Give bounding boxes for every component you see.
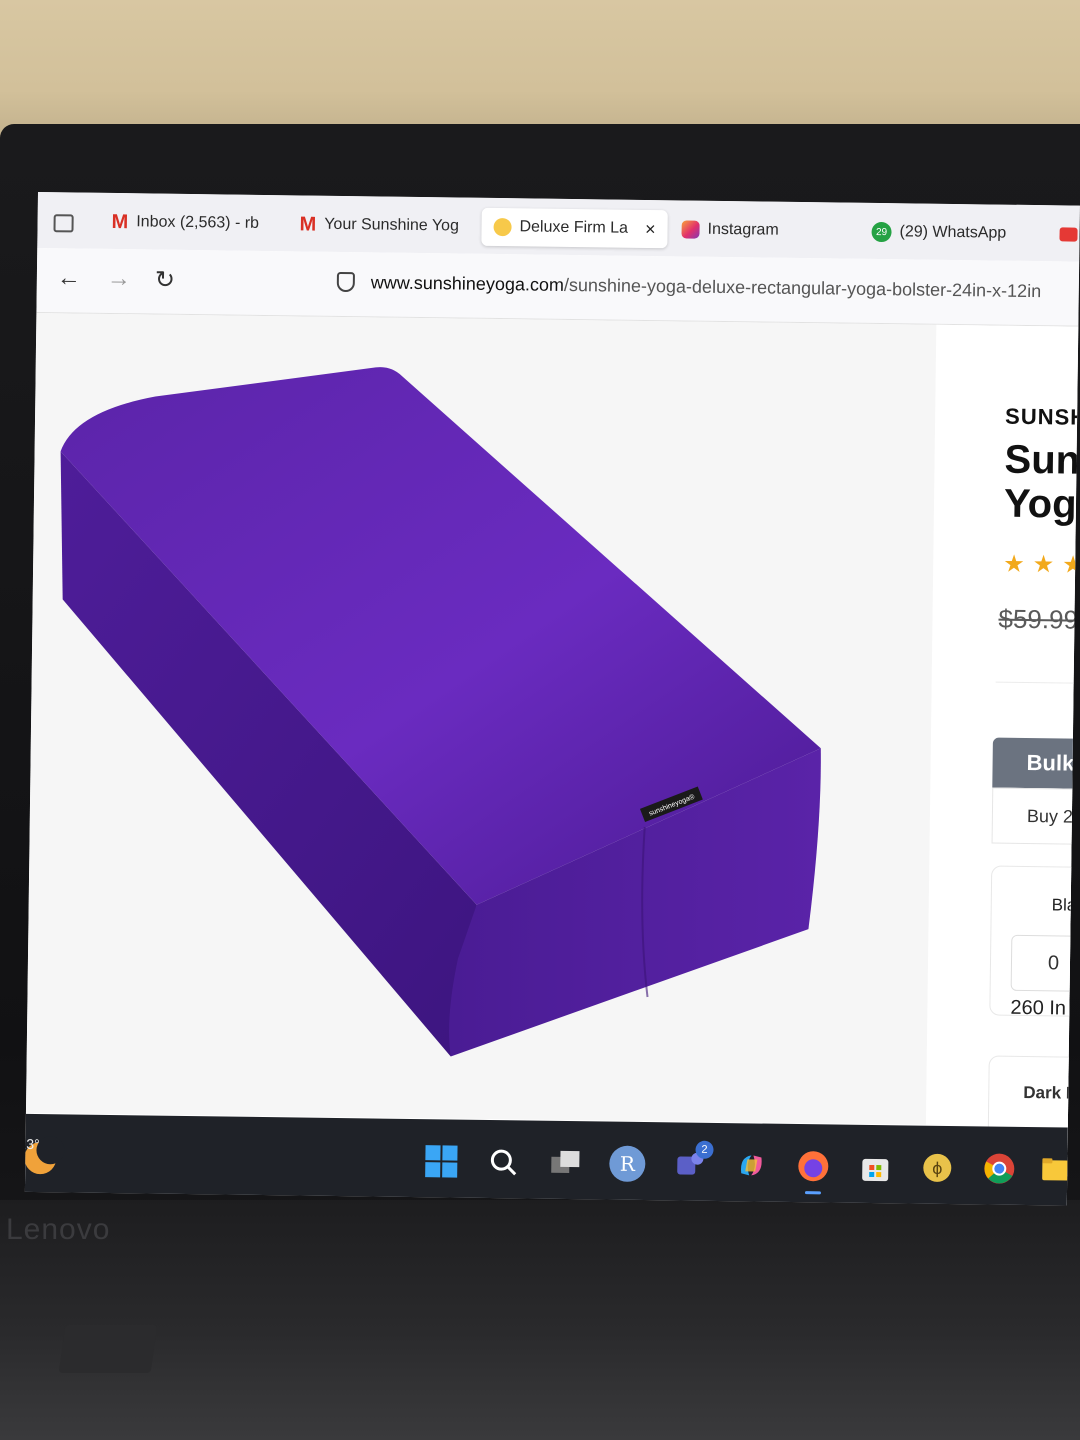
youtube-icon [1059, 227, 1078, 242]
product-title-line1: Suns [1004, 437, 1080, 483]
start-button[interactable] [423, 1143, 459, 1179]
laptop-bezel-bottom [0, 1200, 1080, 1440]
whatsapp-icon: 29 [871, 221, 892, 243]
weather-widget[interactable]: 23° [24, 1126, 68, 1181]
search-button[interactable] [485, 1144, 521, 1180]
chrome-icon [984, 1153, 1015, 1184]
product-info-panel: SUNSH Suns Yoga ★★★ $59.99 Bulk Buy 2 Bl… [925, 324, 1080, 1178]
tab-list-icon[interactable] [53, 214, 74, 233]
windows-taskbar: 23° R 2 ɸ [24, 1113, 1069, 1206]
tab-sunshine-email[interactable]: M Your Sunshine Yog [299, 205, 467, 245]
address-bar[interactable]: www.sunshineyoga.com/sunshine-yoga-delux… [371, 272, 1042, 302]
bulk-pricing-header: Bulk [992, 737, 1080, 790]
rating-stars[interactable]: ★★★ [1003, 550, 1080, 580]
laptop-brand-label: Lenovo [6, 1213, 111, 1246]
page-content: sunshineyoga® SUNSH Suns Yoga ★★★ $59.99… [25, 312, 1080, 1178]
task-view-button[interactable] [547, 1145, 583, 1181]
product-price: $59.99 [998, 603, 1079, 635]
teams-app[interactable]: 2 [671, 1140, 714, 1182]
gmail-icon: M [111, 210, 129, 233]
task-view-icon [551, 1150, 580, 1174]
store-app[interactable] [857, 1149, 893, 1185]
coin-icon: ɸ [923, 1153, 952, 1182]
tab-deluxe-firm[interactable]: Deluxe Firm La × [481, 207, 668, 249]
forward-button[interactable]: → [107, 265, 131, 293]
tab-instagram[interactable]: Instagram [681, 210, 821, 250]
product-title-line2: Yoga [1003, 481, 1080, 527]
divider [995, 681, 1080, 684]
screen: M Inbox (2,563) - rb M Your Sunshine Yog… [24, 192, 1080, 1206]
folder-icon [1042, 1158, 1069, 1181]
shield-icon[interactable] [336, 271, 355, 293]
notification-badge: 2 [695, 1140, 714, 1159]
quantity-input[interactable]: 0 [1010, 934, 1080, 992]
tab-label: Your Sunshine Yog [324, 215, 460, 235]
active-app-indicator [804, 1191, 821, 1195]
product-title: Suns Yoga [1004, 438, 1080, 527]
profile-avatar[interactable]: R [609, 1145, 646, 1183]
store-icon [862, 1158, 889, 1182]
search-icon [490, 1149, 517, 1176]
weather-temperature: 23° [24, 1135, 40, 1153]
url-path: /sunshine-yoga-deluxe-rectangular-yoga-b… [563, 274, 1042, 302]
chrome-app[interactable] [981, 1150, 1017, 1186]
firefox-app[interactable] [795, 1148, 831, 1195]
copilot-icon [740, 1155, 762, 1176]
laptop-hinge [58, 1325, 158, 1373]
windows-logo-icon [425, 1145, 458, 1178]
variant-card-black: Bla 0 260 In [989, 865, 1080, 1020]
svg-text:ɸ: ɸ [932, 1159, 943, 1178]
tab-inbox[interactable]: M Inbox (2,563) - rb [111, 203, 271, 243]
tab-label: Deluxe Firm La [519, 218, 629, 237]
back-button[interactable]: ← [57, 264, 81, 292]
tab-label: Inbox (2,563) - rb [136, 213, 260, 232]
copilot-app[interactable] [733, 1147, 769, 1183]
firefox-icon [798, 1151, 829, 1182]
product-image[interactable]: sunshineyoga® [26, 313, 936, 1125]
bulk-pricing-row: Buy 2 [991, 787, 1080, 846]
tab-label: Instagram [707, 220, 779, 239]
instagram-icon [681, 220, 700, 239]
tab-label: (29) WhatsApp [899, 223, 1007, 242]
tab-whatsapp[interactable]: 29 (29) WhatsApp [871, 213, 1031, 253]
tab-youtube[interactable] [1059, 215, 1080, 253]
product-brand: SUNSH [1004, 403, 1080, 430]
reload-button[interactable]: ↻ [155, 266, 175, 295]
stock-status: 260 In [1010, 996, 1067, 1020]
close-tab-icon[interactable]: × [645, 218, 656, 239]
url-domain: www.sunshineyoga.com [370, 272, 565, 295]
weather-moon-icon [24, 1136, 65, 1175]
crypto-app[interactable]: ɸ [919, 1150, 955, 1186]
gmail-icon: M [299, 212, 317, 236]
sunshine-logo-icon [493, 217, 512, 237]
